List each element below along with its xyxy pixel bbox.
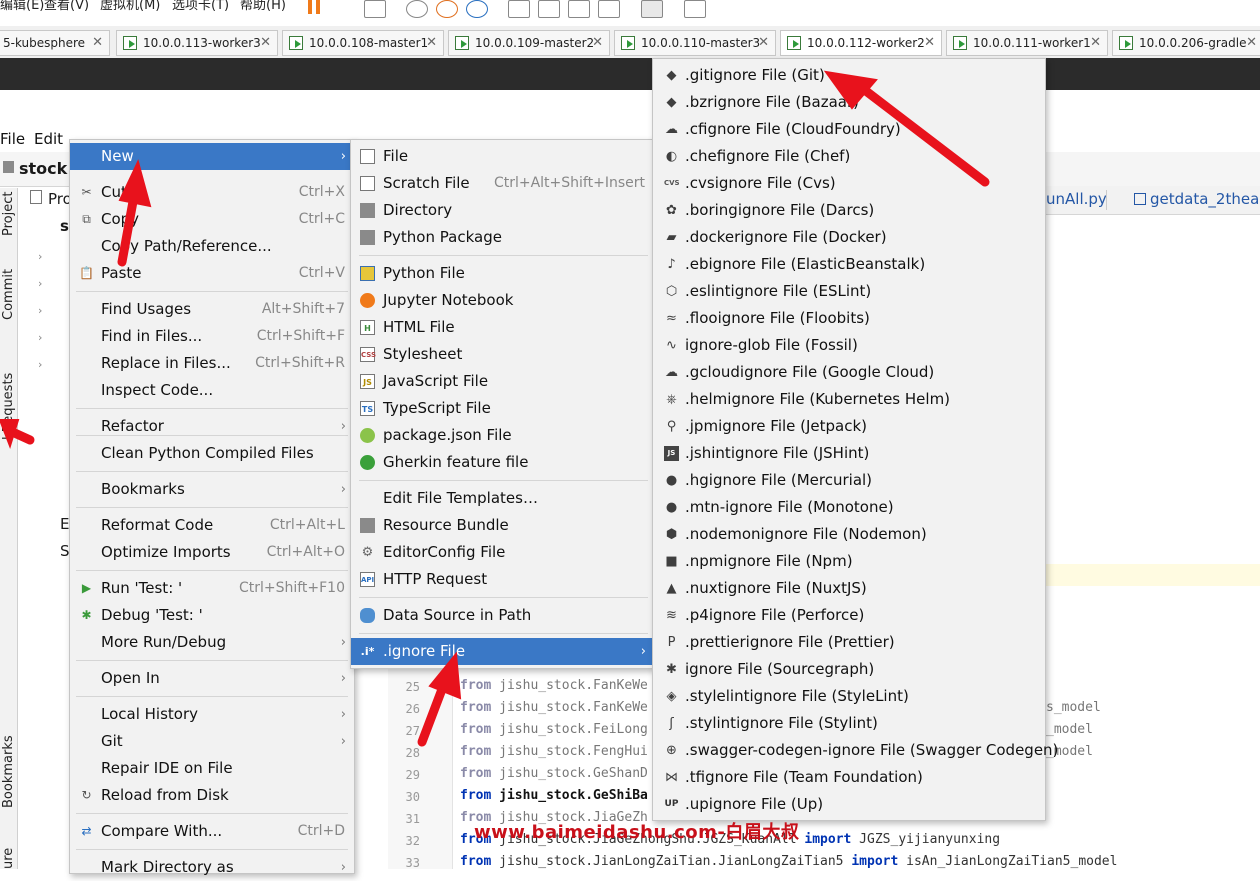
arrow-to-ignore-file [417,651,462,747]
arrow-to-new [117,159,152,267]
arrow-left-edge [0,419,35,450]
annotation-arrows [0,70,990,747]
arrow-to-gitignore [823,70,990,187]
